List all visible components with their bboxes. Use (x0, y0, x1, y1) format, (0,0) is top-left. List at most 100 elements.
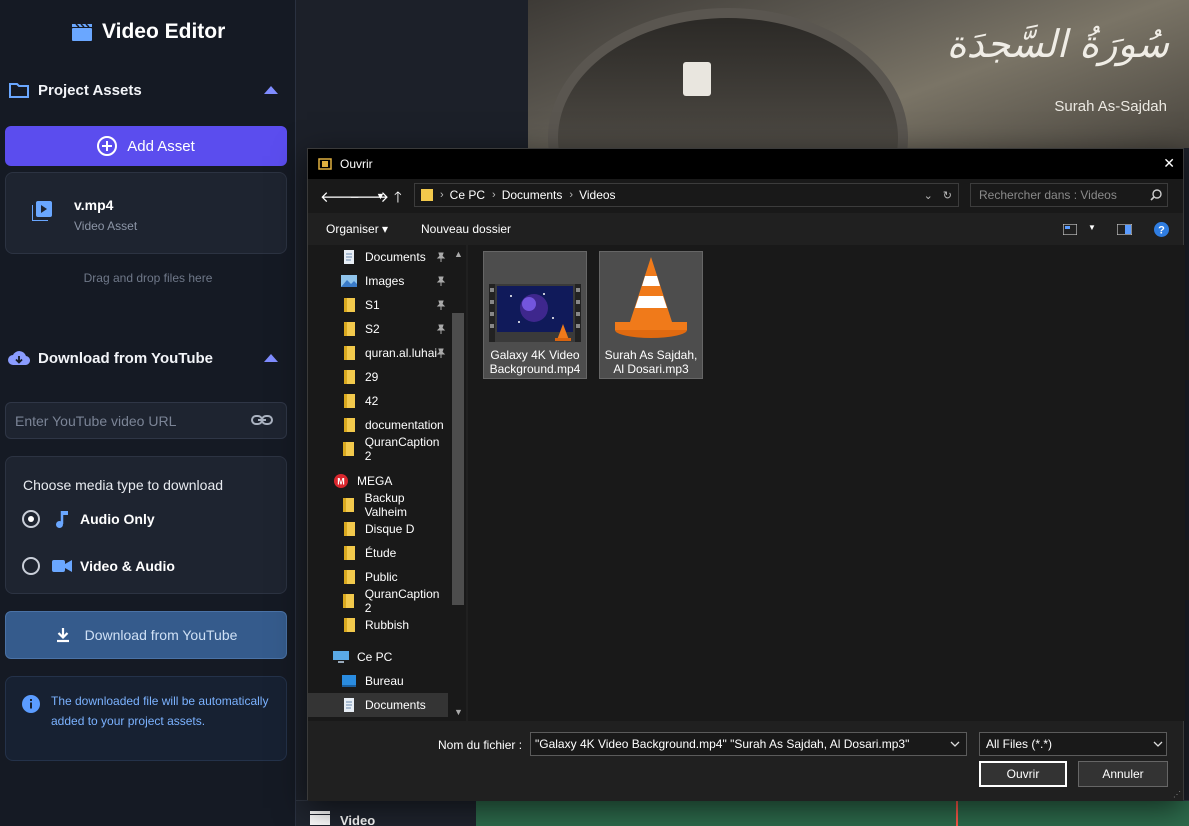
open-button[interactable]: Ouvrir (979, 761, 1067, 787)
clapper-icon (310, 811, 330, 825)
tree-item-label: 29 (365, 370, 379, 384)
svg-text:?: ? (1158, 225, 1165, 237)
new-folder-button[interactable]: Nouveau dossier (421, 222, 511, 236)
folder-icon (341, 346, 357, 360)
pin-icon (436, 323, 446, 337)
tree-item-label: Documents (365, 698, 426, 712)
playhead[interactable] (956, 801, 958, 826)
collapse-caret-icon[interactable] (264, 354, 278, 362)
tree-item-label: Documents (365, 250, 426, 264)
drop-hint: Drag and drop files here (83, 271, 213, 285)
breadcrumb-separator: › (492, 189, 496, 201)
tree-item[interactable]: S1 (308, 293, 448, 317)
tree-item[interactable]: M MEGA (308, 469, 448, 493)
tree-item[interactable]: Documents (308, 693, 448, 717)
refresh-icon[interactable]: ↻ (943, 189, 952, 202)
scroll-down-icon[interactable]: ▼ (454, 707, 463, 717)
tree-item-label: MEGA (357, 474, 393, 488)
tree-scrollbar[interactable]: ▲ ▼ (450, 245, 466, 721)
download-icon (56, 628, 69, 643)
resize-grip-icon[interactable]: ⋰ (1173, 790, 1181, 799)
tree-item[interactable]: Public (308, 565, 448, 589)
info-icon (22, 695, 40, 713)
view-options-icon[interactable] (1063, 224, 1077, 235)
plus-circle-icon (97, 136, 118, 156)
file-item-video[interactable]: Galaxy 4K Video Background.mp4 (483, 251, 587, 379)
tree-item[interactable]: 42 (308, 389, 448, 413)
breadcrumb-ce-pc[interactable]: Ce PC (450, 188, 485, 202)
tree-item[interactable]: QuranCaption 2 (308, 435, 448, 463)
dialog-title: Ouvrir (340, 157, 373, 171)
tree-item-label: Bureau (365, 674, 404, 688)
tree-item[interactable]: Ce PC (308, 645, 448, 669)
help-icon[interactable]: ? (1154, 222, 1169, 237)
info-note: The downloaded file will be automaticall… (5, 676, 287, 761)
close-icon[interactable]: ✕ (1163, 155, 1175, 172)
collapse-caret-icon[interactable] (264, 86, 278, 94)
tree-item-label: Ce PC (357, 650, 393, 664)
filename-input[interactable] (530, 732, 967, 756)
radio-video-audio[interactable] (22, 557, 40, 575)
dialog-toolbar: Organiser ▾ Nouveau dossier ▼ ? (308, 213, 1183, 245)
dialog-titlebar[interactable]: Ouvrir ✕ (308, 149, 1183, 179)
breadcrumb-documents[interactable]: Documents (502, 188, 563, 202)
folder-icon (341, 370, 357, 384)
add-asset-button[interactable]: Add Asset (5, 126, 287, 166)
tree-item[interactable]: Rubbish (308, 613, 448, 637)
dialog-footer: Nom du fichier : All Files (*.*) Ouvrir … (308, 721, 1183, 801)
breadcrumb-videos[interactable]: Videos (579, 188, 615, 202)
scroll-thumb[interactable] (452, 313, 464, 605)
link-icon[interactable] (251, 411, 273, 429)
music-note-icon (52, 509, 72, 529)
cloud-download-icon (8, 347, 30, 369)
project-assets-title: Project Assets (38, 81, 142, 99)
file-type-select[interactable]: All Files (*.*) (979, 732, 1167, 756)
address-dropdown-icon[interactable]: ⌄ (924, 189, 933, 202)
youtube-header[interactable]: Download from YouTube (8, 343, 286, 373)
tree-item[interactable]: Bureau (308, 669, 448, 693)
tree-item[interactable]: Backup Valheim (308, 491, 448, 519)
video-preview[interactable]: سُورَةُ السَّجدَة Surah As-Sajdah (528, 0, 1189, 148)
folder-icon (341, 298, 357, 312)
cancel-button[interactable]: Annuler (1078, 761, 1168, 787)
chevron-down-icon[interactable] (1153, 741, 1163, 747)
svg-text:M: M (337, 477, 345, 487)
tree-item-label: Backup Valheim (364, 491, 408, 519)
file-item-audio[interactable]: Surah As Sajdah, Al Dosari.mp3 (599, 251, 703, 379)
filename-label: Nom du fichier : (438, 738, 523, 752)
tree-item[interactable]: documentation (308, 413, 448, 437)
option-audio-only[interactable]: Audio Only (22, 509, 155, 529)
clapperboard-icon (72, 23, 92, 41)
tree-item[interactable]: S2 (308, 317, 448, 341)
history-dropdown-icon[interactable]: ▼ (376, 191, 385, 201)
scroll-up-icon[interactable]: ▲ (454, 249, 463, 259)
asset-item[interactable]: v.mp4 Video Asset (5, 172, 287, 254)
up-arrow-icon[interactable]: 🡑 (394, 187, 402, 212)
tree-item[interactable]: 29 (308, 365, 448, 389)
tree-item[interactable]: quran.al.luhai (308, 341, 448, 365)
view-dropdown-icon[interactable]: ▼ (1088, 223, 1096, 232)
tree-item[interactable]: Disque D (308, 517, 448, 541)
chevron-down-icon[interactable] (950, 741, 960, 747)
tree-item-label: Rubbish (365, 618, 410, 632)
youtube-url-input[interactable] (5, 402, 287, 439)
tree-item[interactable]: Documents (308, 245, 448, 269)
timeline-track[interactable] (476, 801, 1189, 826)
preview-pane-icon[interactable] (1117, 224, 1132, 235)
pin-icon (436, 275, 446, 289)
add-asset-label: Add Asset (127, 137, 195, 155)
download-youtube-button[interactable]: Download from YouTube (5, 611, 287, 659)
tree-item[interactable]: QuranCaption 2 (308, 587, 448, 615)
organize-menu[interactable]: Organiser ▾ (326, 222, 388, 236)
pin-icon (436, 347, 446, 361)
tree-item-label: QuranCaption 2 (364, 587, 440, 615)
mega-icon: M (333, 474, 349, 488)
search-input[interactable] (970, 183, 1168, 207)
tree-item[interactable]: Images (308, 269, 448, 293)
project-assets-header[interactable]: Project Assets (8, 75, 286, 105)
tree-item[interactable]: Étude (308, 541, 448, 565)
radio-audio-only[interactable] (22, 510, 40, 528)
address-bar[interactable]: › Ce PC › Documents › Videos ⌄ ↻ (414, 183, 959, 207)
youtube-title: Download from YouTube (38, 349, 213, 367)
option-video-audio[interactable]: Video & Audio (22, 557, 175, 575)
